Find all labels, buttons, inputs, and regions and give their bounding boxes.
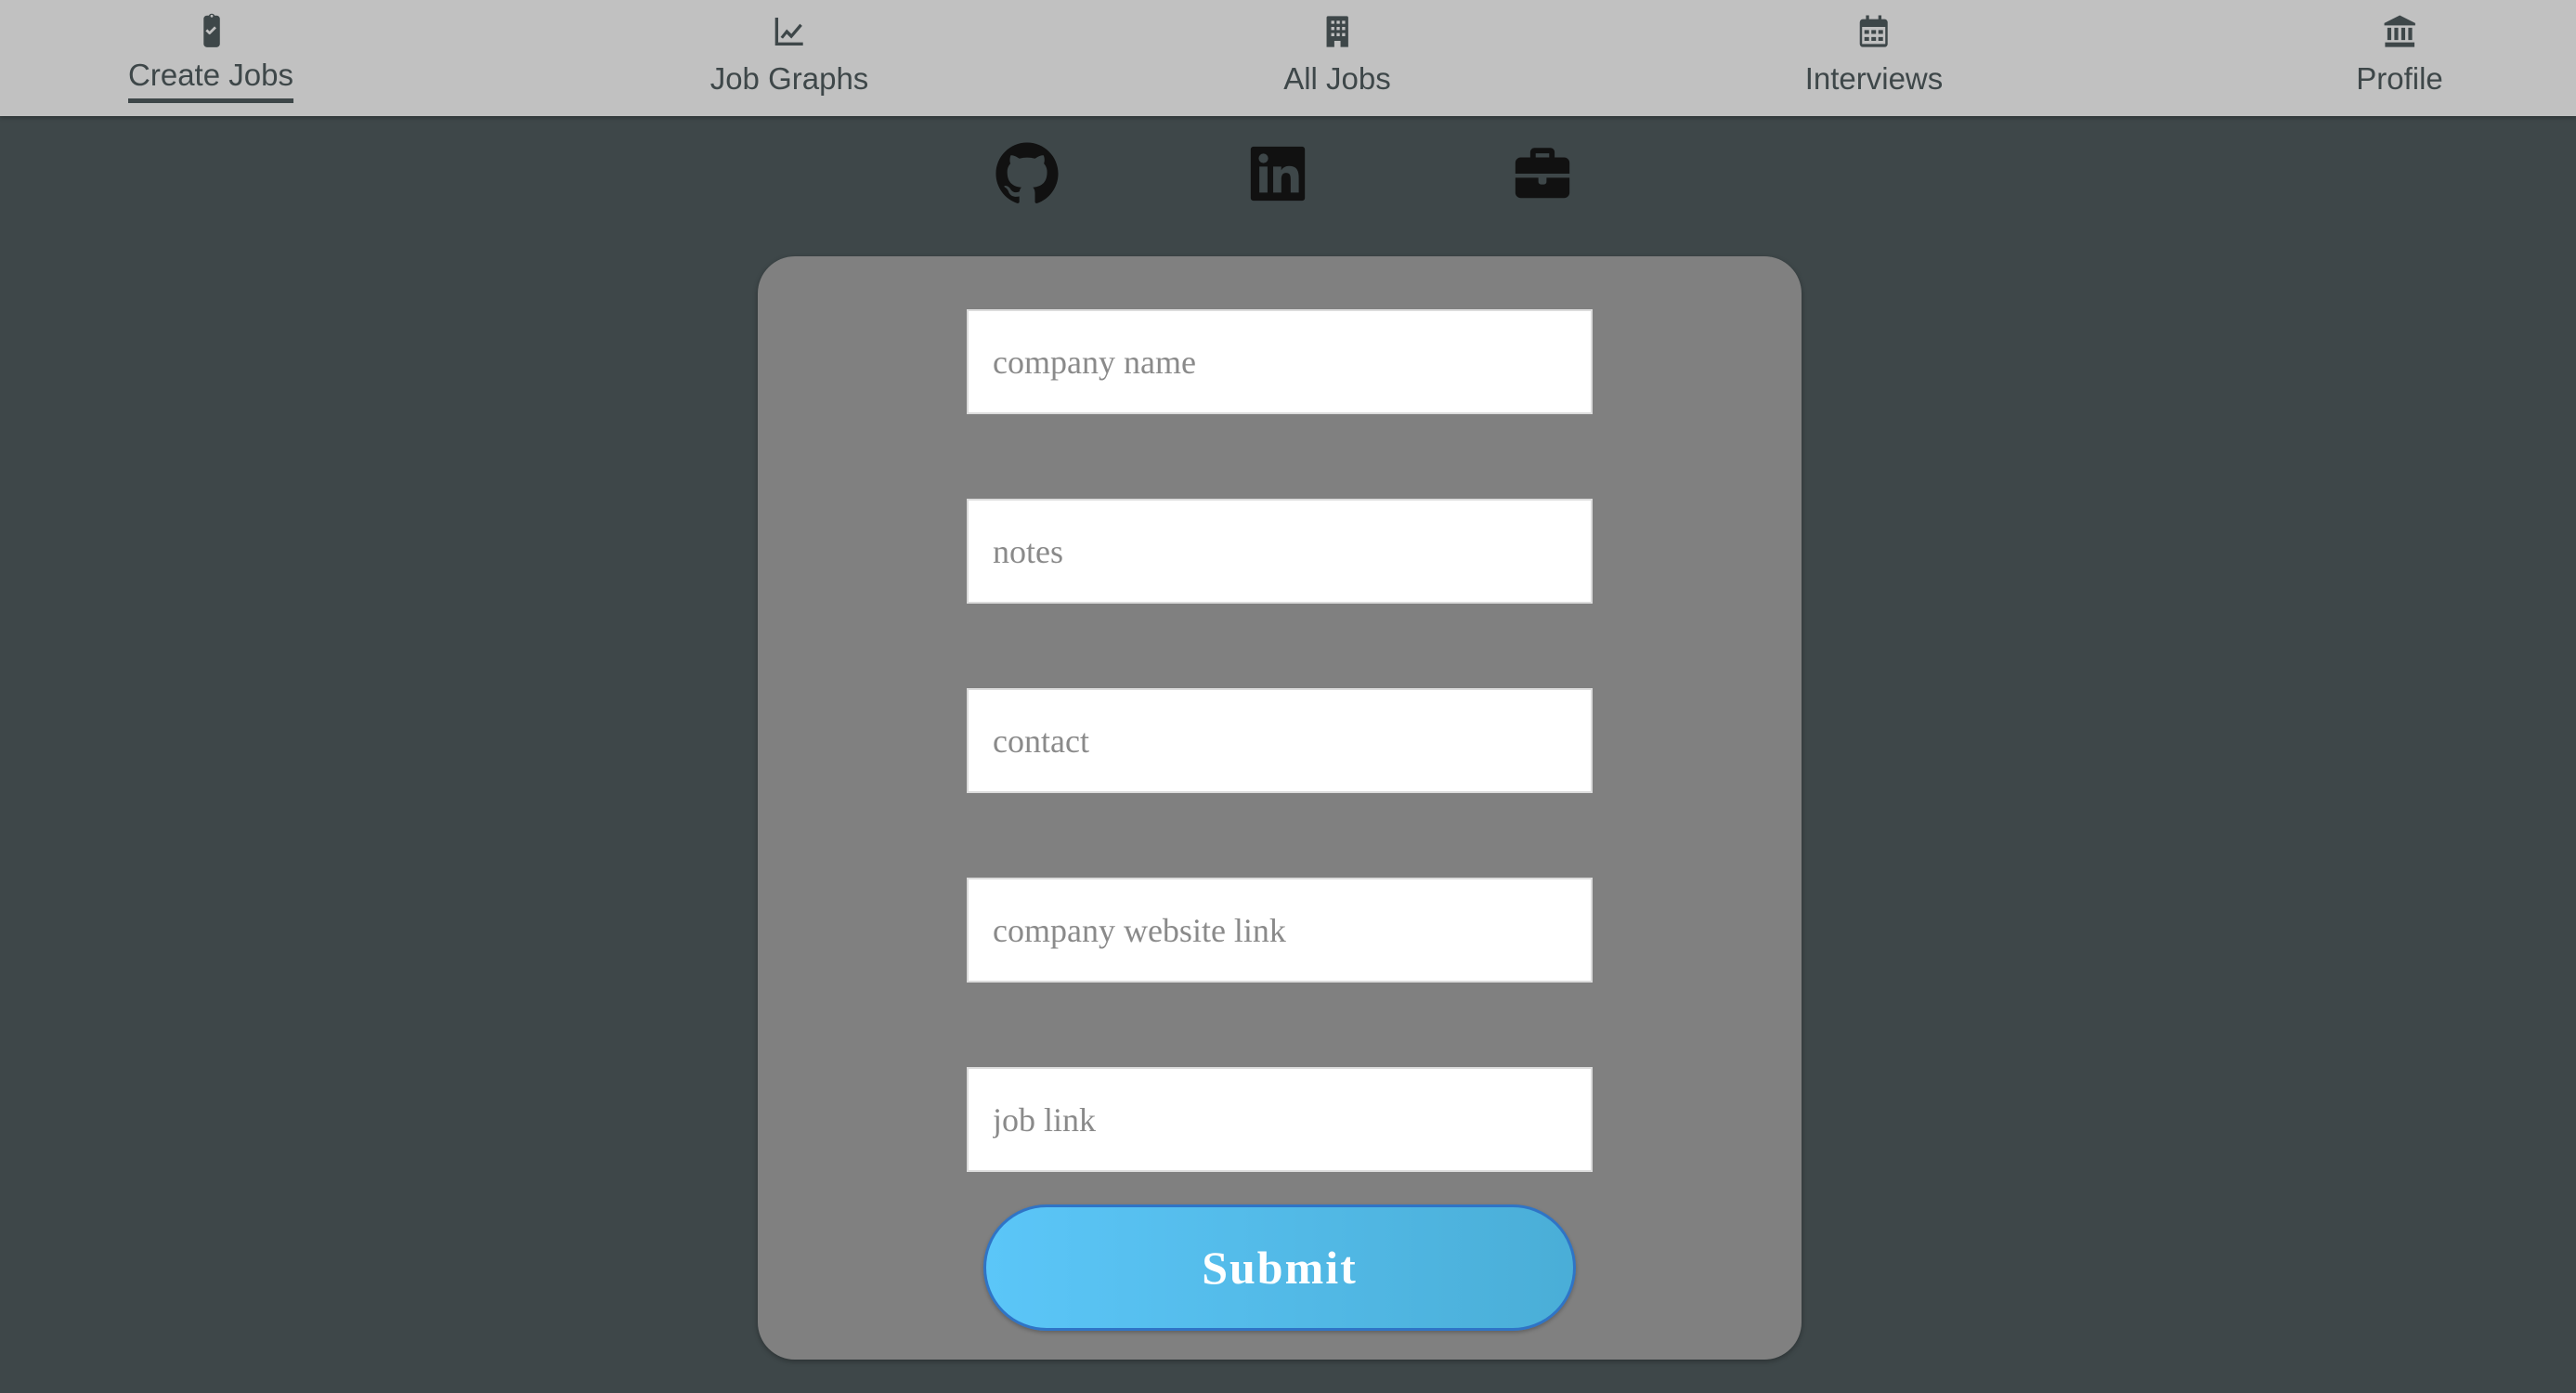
create-job-form: Submit xyxy=(758,256,1802,1360)
portfolio-link[interactable] xyxy=(1510,141,1575,206)
top-navbar: Create Jobs Job Graphs All Jobs Intervie… xyxy=(0,0,2576,116)
nav-item-create-jobs[interactable]: Create Jobs xyxy=(128,0,293,116)
bank-icon xyxy=(2379,11,2420,52)
company-name-input[interactable] xyxy=(967,309,1593,414)
nav-label-job-graphs: Job Graphs xyxy=(709,61,869,96)
submit-button[interactable]: Submit xyxy=(983,1204,1576,1331)
nav-label-all-jobs: All Jobs xyxy=(1283,61,1391,96)
nav-label-profile: Profile xyxy=(2356,61,2443,96)
linkedin-icon xyxy=(1250,146,1306,202)
contact-input[interactable] xyxy=(967,688,1593,793)
nav-item-profile[interactable]: Profile xyxy=(2356,0,2443,116)
nav-item-all-jobs[interactable]: All Jobs xyxy=(1283,0,1391,116)
building-icon xyxy=(1317,11,1358,52)
clipboard-check-icon xyxy=(190,11,231,52)
notes-input[interactable] xyxy=(967,499,1593,604)
calendar-icon xyxy=(1854,11,1894,52)
job-link-input[interactable] xyxy=(967,1067,1593,1172)
nav-label-create-jobs: Create Jobs xyxy=(128,58,293,103)
nav-item-job-graphs[interactable]: Job Graphs xyxy=(709,0,869,116)
company-website-link-input[interactable] xyxy=(967,878,1593,983)
github-icon xyxy=(995,142,1059,203)
nav-label-interviews: Interviews xyxy=(1804,61,1944,96)
linkedin-link[interactable] xyxy=(1245,141,1310,206)
line-chart-icon xyxy=(769,11,810,52)
nav-item-interviews[interactable]: Interviews xyxy=(1804,0,1944,116)
github-link[interactable] xyxy=(995,141,1060,206)
briefcase-icon xyxy=(1515,148,1570,199)
